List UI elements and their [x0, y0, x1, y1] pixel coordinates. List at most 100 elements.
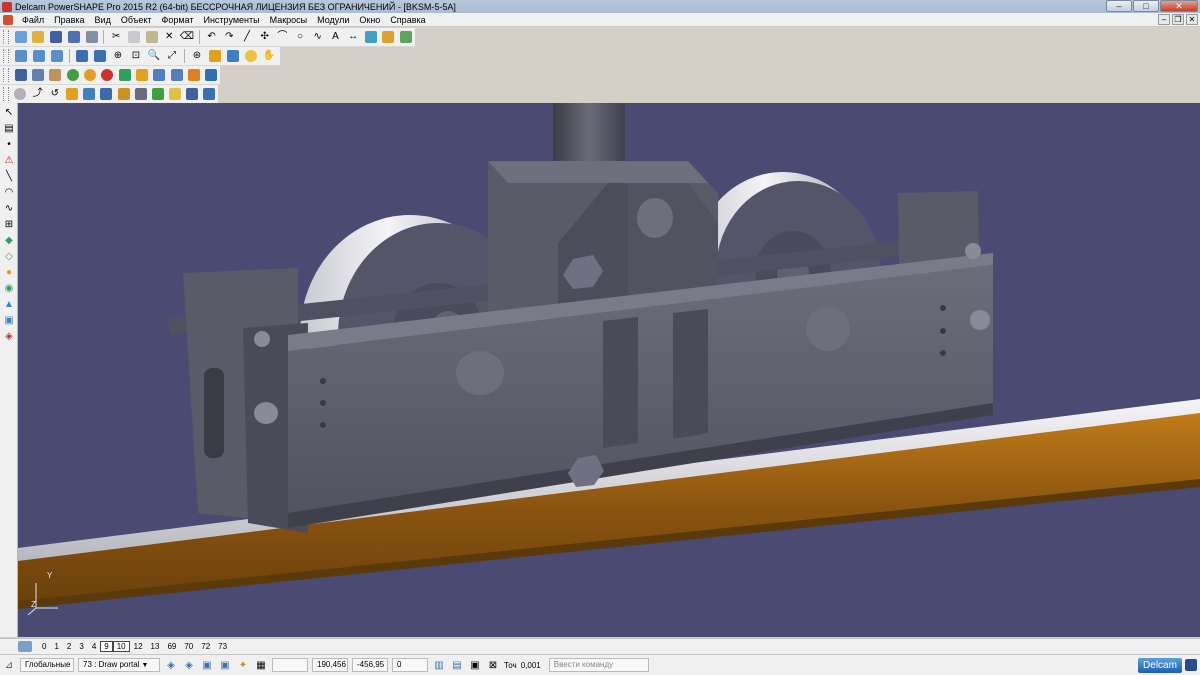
assembly-icon[interactable] [152, 67, 167, 83]
mdi-minimize-button[interactable]: – [1158, 14, 1170, 25]
erase-icon[interactable]: ⌫ [179, 29, 195, 45]
zoom-in-icon[interactable]: ⊕ [110, 48, 126, 64]
paste-icon[interactable] [144, 29, 160, 45]
menu-file[interactable]: Файл [17, 15, 49, 25]
block-icon[interactable] [134, 67, 149, 83]
view-section-icon[interactable] [92, 48, 108, 64]
blend-icon[interactable] [133, 86, 148, 102]
coord-y-field[interactable]: -456,95 [352, 658, 388, 672]
new-icon[interactable] [13, 29, 29, 45]
zoom-icon[interactable]: 🔍 [146, 48, 162, 64]
revolve-icon[interactable]: ↺ [47, 86, 62, 102]
feature-tool-icon[interactable]: ● [2, 266, 16, 279]
select-icon[interactable]: ↖ [2, 106, 16, 119]
coord-mode-icon[interactable]: ▥ [432, 658, 446, 672]
point-tool-icon[interactable]: • [2, 138, 16, 151]
level-button[interactable]: 10 [112, 641, 130, 652]
level-button[interactable]: 69 [163, 642, 180, 651]
circle-icon[interactable]: ○ [292, 29, 308, 45]
surface-tool-icon[interactable]: ◆ [2, 234, 16, 247]
shade-icon[interactable] [207, 48, 223, 64]
level-button[interactable]: 2 [63, 642, 75, 651]
curve-tool-icon[interactable]: ∿ [2, 202, 16, 215]
material-icon[interactable] [48, 67, 63, 83]
level-icon[interactable] [13, 67, 28, 83]
general-edit-icon[interactable]: ▤ [2, 122, 16, 135]
toolbar-handle[interactable] [3, 49, 9, 63]
workplane-icon[interactable]: ⊿ [2, 658, 16, 672]
render-4-icon[interactable]: ▣ [218, 658, 232, 672]
dimension-icon[interactable]: ↔ [345, 29, 361, 45]
fillet-icon[interactable] [116, 86, 131, 102]
tools-tool-icon[interactable]: ◈ [2, 330, 16, 343]
zoom-box-icon[interactable]: ⊡ [128, 48, 144, 64]
maximize-button[interactable]: □ [1133, 0, 1159, 12]
mdi-restore-button[interactable]: ❐ [1172, 14, 1184, 25]
minimize-button[interactable]: – [1106, 0, 1132, 12]
document-icon[interactable] [3, 14, 13, 25]
level-button[interactable]: 72 [197, 642, 214, 651]
line-icon[interactable]: ╱ [239, 29, 255, 45]
hand-icon[interactable]: ✋ [261, 48, 277, 64]
level-select[interactable]: 73 : Draw portal ▼ [78, 658, 160, 672]
solid-tool-icon[interactable]: ◇ [2, 250, 16, 263]
snap-icon[interactable]: ✦ [236, 658, 250, 672]
view-iso-icon[interactable] [49, 48, 65, 64]
menu-edit[interactable]: Правка [49, 15, 89, 25]
resize-grip-icon[interactable] [1185, 659, 1197, 671]
loft-icon[interactable] [64, 86, 79, 102]
coord-type-icon[interactable]: ▤ [450, 658, 464, 672]
levels-icon[interactable] [18, 641, 32, 652]
text-icon[interactable]: A [328, 29, 344, 45]
level-button[interactable]: 73 [214, 642, 231, 651]
menu-view[interactable]: Вид [90, 15, 116, 25]
redo-icon[interactable]: ↷ [221, 29, 237, 45]
assembly-tool-icon[interactable]: ◉ [2, 282, 16, 295]
toolbar-handle[interactable] [3, 68, 9, 82]
render-icon[interactable]: ◈ [164, 658, 178, 672]
extrude-icon[interactable]: ⤴ [30, 86, 45, 102]
copy-icon[interactable] [126, 29, 142, 45]
mesh-icon[interactable] [398, 29, 414, 45]
workplane-tool-icon[interactable]: ⊞ [2, 218, 16, 231]
grid-icon[interactable]: ▦ [254, 658, 268, 672]
save-all-icon[interactable] [66, 29, 82, 45]
render-2-icon[interactable]: ◈ [182, 658, 196, 672]
print-icon[interactable] [84, 29, 100, 45]
level-button[interactable]: 12 [130, 642, 147, 651]
undo-icon[interactable]: ↶ [204, 29, 220, 45]
graphics-viewport[interactable]: Y Z [18, 103, 1200, 637]
offset-icon[interactable] [185, 86, 200, 102]
electrode-tool-icon[interactable]: ▣ [2, 314, 16, 327]
sphere-icon[interactable] [82, 67, 97, 83]
toolbar-handle[interactable] [3, 30, 9, 44]
wireframe-icon[interactable] [225, 48, 241, 64]
render-3-icon[interactable]: ▣ [200, 658, 214, 672]
primitive-icon[interactable] [13, 86, 28, 102]
arc-tool-icon[interactable]: ◠ [2, 186, 16, 199]
component-icon[interactable] [169, 67, 184, 83]
surface-icon[interactable] [363, 29, 379, 45]
level-button[interactable]: 13 [147, 642, 164, 651]
mesh-tool-icon[interactable]: ▲ [2, 298, 16, 311]
open-icon[interactable] [31, 29, 47, 45]
point-icon[interactable]: ✣ [257, 29, 273, 45]
menu-modules[interactable]: Модули [312, 15, 354, 25]
level-button[interactable]: 3 [75, 642, 87, 651]
view-front-icon[interactable] [31, 48, 47, 64]
camera-icon[interactable]: ▣ [468, 658, 482, 672]
coord-z-field[interactable]: 0 [392, 658, 428, 672]
menu-window[interactable]: Окно [354, 15, 385, 25]
red-sphere-icon[interactable] [100, 67, 115, 83]
level-button[interactable]: 0 [38, 642, 50, 651]
command-input[interactable]: Ввести команду [548, 658, 649, 672]
level-button[interactable]: 70 [180, 642, 197, 651]
lock-icon[interactable]: ⊠ [486, 658, 500, 672]
sweep-icon[interactable] [82, 86, 97, 102]
delete-icon[interactable]: ✕ [161, 29, 177, 45]
view-top-icon[interactable] [13, 48, 29, 64]
menu-object[interactable]: Объект [116, 15, 157, 25]
close-button[interactable]: ✕ [1160, 0, 1198, 12]
electrode-icon[interactable] [186, 67, 201, 83]
zoom-fit-icon[interactable]: ⤢ [164, 48, 180, 64]
